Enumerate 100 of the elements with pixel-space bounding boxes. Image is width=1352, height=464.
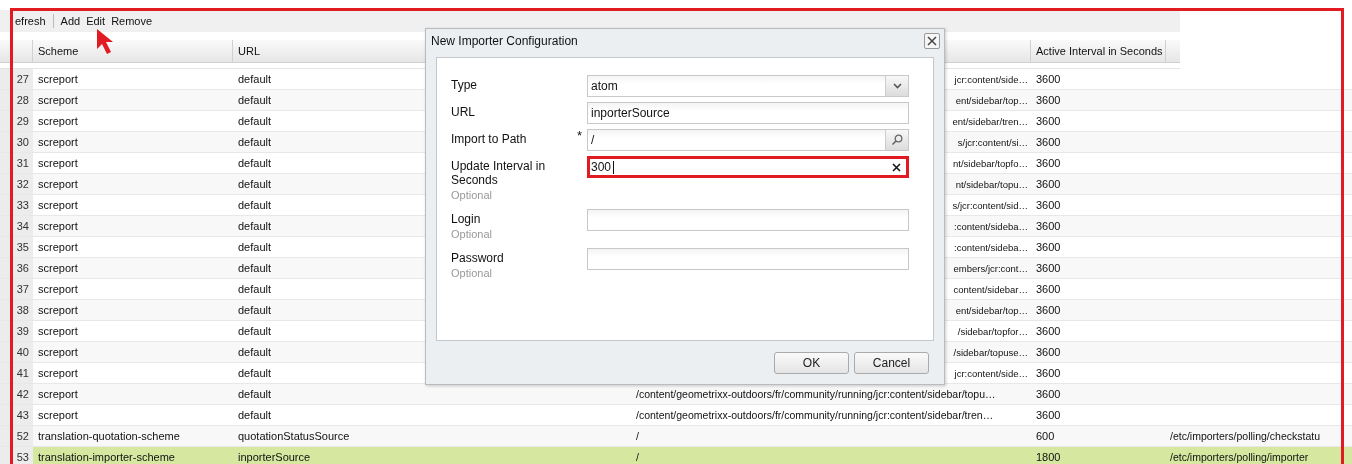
table-cell: 3600 — [1036, 304, 1061, 316]
row-number: 40 — [16, 346, 29, 358]
row-number: 42 — [16, 388, 29, 400]
table-cell: quotationStatusSource — [238, 430, 350, 442]
table-cell: 3600 — [1036, 199, 1061, 211]
table-cell: /content/geometrixx-outdoors/fr/community/running/jcr:content/sidebar/topu… — [636, 388, 996, 400]
table-cell: :content/sideba… — [954, 241, 1028, 253]
optional-hint: Optional — [451, 188, 493, 202]
table-cell: default — [238, 136, 272, 148]
row-number: 38 — [16, 304, 29, 316]
field-label: Import to Path — [451, 132, 528, 146]
table-cell: nt/sidebar/topfo… — [953, 157, 1028, 169]
table-cell: screport — [38, 283, 78, 295]
table-cell: 3600 — [1036, 241, 1061, 253]
table-cell: default — [238, 325, 272, 337]
table-cell: default — [238, 262, 272, 274]
table-cell: screport — [38, 409, 78, 421]
row-number: 39 — [16, 325, 29, 337]
row-number: 33 — [16, 199, 29, 211]
row-number: 43 — [16, 409, 29, 421]
table-cell: 3600 — [1036, 367, 1061, 379]
dialog-title: New Importer Configuration — [431, 34, 578, 48]
table-cell: 3600 — [1036, 262, 1061, 274]
table-cell: 3600 — [1036, 94, 1061, 106]
table-cell: s/jcr:content/si… — [957, 136, 1028, 148]
table-cell: screport — [38, 157, 78, 169]
table-cell: ent/sidebar/top… — [955, 94, 1028, 106]
table-cell: s/jcr:content/sid… — [952, 199, 1028, 211]
table-cell: jcr:content/side… — [954, 367, 1028, 379]
table-cell: translation-importer-scheme — [38, 451, 175, 463]
table-cell: screport — [38, 325, 78, 337]
table-cell: screport — [38, 178, 78, 190]
table-cell: jcr:content/side… — [954, 73, 1028, 85]
table-cell: 3600 — [1036, 325, 1061, 337]
table-cell: screport — [38, 346, 78, 358]
table-cell: screport — [38, 262, 78, 274]
row-number: 37 — [16, 283, 29, 295]
row-number: 53 — [16, 451, 29, 463]
table-cell: / — [636, 430, 639, 442]
table-cell: 3600 — [1036, 178, 1061, 190]
row-number: 29 — [16, 115, 29, 127]
table-cell: default — [238, 178, 272, 190]
table-cell: :content/sideba… — [954, 220, 1028, 232]
row-number: 27 — [16, 73, 29, 85]
table-cell: default — [238, 346, 272, 358]
table-cell: 3600 — [1036, 136, 1061, 148]
table-cell: ent/sidebar/top… — [955, 304, 1028, 316]
table-cell: default — [238, 283, 272, 295]
table-cell: content/sidebar… — [953, 283, 1028, 295]
table-cell: screport — [38, 199, 78, 211]
row-number: 34 — [16, 220, 29, 232]
row-number: 52 — [16, 430, 29, 442]
table-cell: default — [238, 409, 272, 421]
table-cell: screport — [38, 241, 78, 253]
table-cell: 1800 — [1036, 451, 1061, 463]
table-cell: screport — [38, 94, 78, 106]
table-cell: inporterSource — [238, 451, 311, 463]
table-cell: default — [238, 73, 272, 85]
table-cell: default — [238, 367, 272, 379]
table-cell: translation-quotation-scheme — [38, 430, 180, 442]
table-cell: /content/geometrixx-outdoors/fr/community/running/jcr:content/sidebar/tren… — [636, 409, 994, 421]
field-label: Login — [451, 212, 482, 226]
row-number: 36 — [16, 262, 29, 274]
field-label: Password — [451, 251, 505, 265]
row-number: 35 — [16, 241, 29, 253]
table-cell: nt/sidebar/topu… — [955, 178, 1028, 190]
table-cell: /sidebar/topuse… — [953, 346, 1028, 358]
table-cell: 3600 — [1036, 346, 1061, 358]
table-cell: screport — [38, 388, 78, 400]
table-cell: 600 — [1036, 430, 1055, 442]
table-cell: default — [238, 157, 272, 169]
field-label: Update Interval in Seconds — [451, 159, 547, 187]
table-cell: / — [636, 451, 639, 463]
table-cell: /etc/importers/polling/importer — [1170, 451, 1309, 463]
table-cell: /etc/importers/polling/checkstatu — [1170, 430, 1320, 442]
table-cell: 3600 — [1036, 409, 1061, 421]
table-cell: default — [238, 199, 272, 211]
table-cell: screport — [38, 367, 78, 379]
table-cell: /sidebar/topfor… — [957, 325, 1028, 337]
table-cell: screport — [38, 220, 78, 232]
table-cell: default — [238, 388, 272, 400]
table-cell: 3600 — [1036, 220, 1061, 232]
table-cell: 3600 — [1036, 157, 1061, 169]
table-cell: screport — [38, 73, 78, 85]
table-cell: ent/sidebar/tren… — [952, 115, 1028, 127]
table-cell: screport — [38, 115, 78, 127]
table-cell: default — [238, 94, 272, 106]
row-number: 30 — [16, 136, 29, 148]
row-number: 32 — [16, 178, 29, 190]
row-number: 28 — [16, 94, 29, 106]
row-number: 31 — [16, 157, 29, 169]
row-number: 41 — [16, 367, 29, 379]
table-cell: 3600 — [1036, 115, 1061, 127]
table-cell: default — [238, 220, 272, 232]
table-cell: screport — [38, 136, 78, 148]
field-label: Type — [451, 78, 478, 92]
table-cell: 3600 — [1036, 73, 1061, 85]
table-cell: default — [238, 241, 272, 253]
table-cell: 3600 — [1036, 283, 1061, 295]
table-cell: 3600 — [1036, 388, 1061, 400]
